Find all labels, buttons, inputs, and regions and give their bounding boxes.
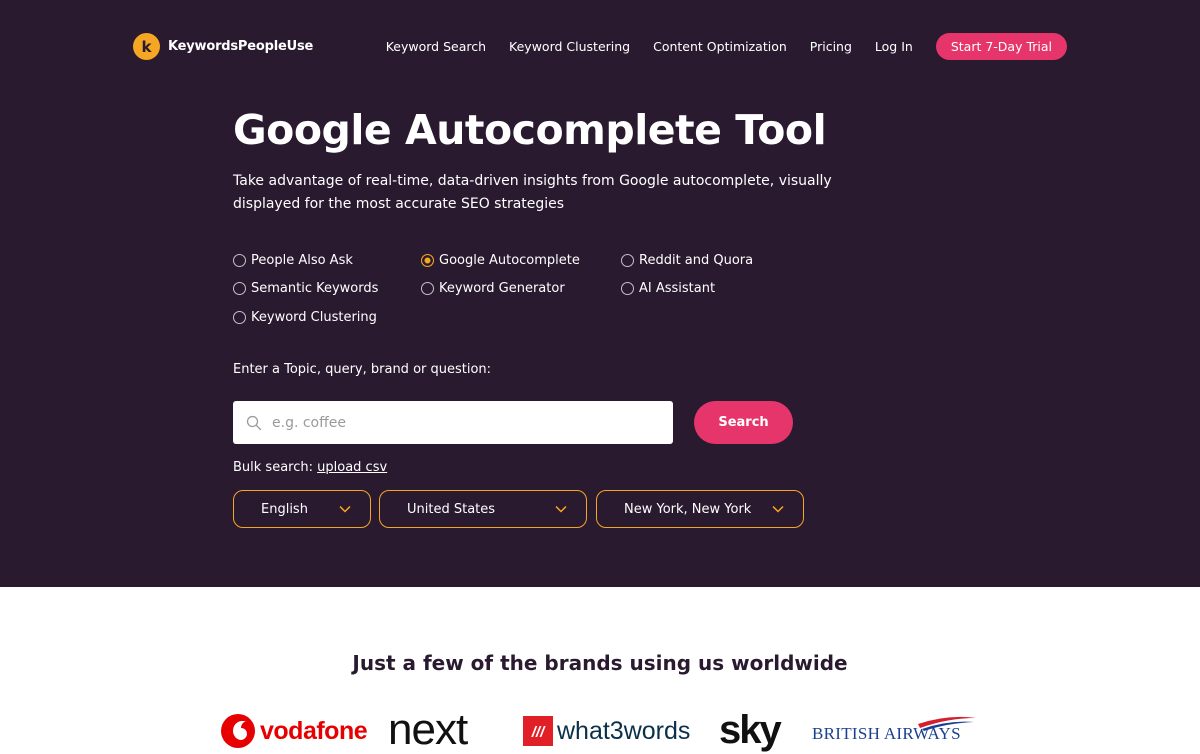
radio-icon[interactable] bbox=[233, 311, 246, 324]
mode-label: People Also Ask bbox=[251, 253, 353, 268]
language-select[interactable]: English bbox=[233, 490, 371, 528]
language-value: English bbox=[261, 501, 308, 517]
brands-heading: Just a few of the brands using us worldw… bbox=[352, 651, 848, 675]
mode-label: Google Autocomplete bbox=[439, 253, 580, 268]
logo-text: KeywordsPeopleUse bbox=[168, 39, 314, 54]
page-subtitle: Take advantage of real-time, data-driven… bbox=[233, 173, 832, 212]
nav-link-content-optimization[interactable]: Content Optimization bbox=[653, 39, 787, 54]
search-icon bbox=[246, 415, 262, 430]
nav-link-keyword-search[interactable]: Keyword Search bbox=[386, 39, 486, 54]
start-trial-button[interactable]: Start 7-Day Trial bbox=[935, 33, 1067, 60]
page-title: Google Autocomplete Tool bbox=[233, 106, 827, 154]
radio-icon[interactable] bbox=[621, 282, 634, 295]
mode-label: Keyword Generator bbox=[439, 281, 565, 296]
chevron-down-icon bbox=[555, 505, 567, 513]
bulk-search: Bulk search: upload csv bbox=[233, 460, 387, 475]
svg-text:///: /// bbox=[531, 724, 546, 741]
search-box[interactable] bbox=[233, 401, 673, 444]
chevron-down-icon bbox=[339, 505, 351, 513]
site-logo[interactable]: k KeywordsPeopleUse bbox=[133, 33, 313, 60]
top-nav: Keyword Search Keyword Clustering Conten… bbox=[386, 33, 1067, 60]
mode-label: Keyword Clustering bbox=[251, 310, 377, 325]
mode-ai-assistant[interactable]: AI Assistant bbox=[621, 281, 715, 296]
location-value: New York, New York bbox=[624, 501, 752, 517]
nav-link-keyword-clustering[interactable]: Keyword Clustering bbox=[509, 39, 630, 54]
radio-icon[interactable] bbox=[421, 282, 434, 295]
radio-icon[interactable] bbox=[621, 254, 634, 267]
search-prompt-label: Enter a Topic, query, brand or question: bbox=[233, 362, 492, 377]
mode-reddit-and-quora[interactable]: Reddit and Quora bbox=[621, 253, 753, 268]
british-airways-logo: BRITISH AIRWAYS bbox=[812, 714, 976, 744]
mode-google-autocomplete[interactable]: Google Autocomplete bbox=[421, 253, 580, 268]
radio-icon[interactable] bbox=[233, 282, 246, 295]
mode-label: AI Assistant bbox=[639, 281, 716, 296]
mode-semantic-keywords[interactable]: Semantic Keywords bbox=[233, 281, 378, 296]
nav-link-pricing[interactable]: Pricing bbox=[810, 39, 852, 54]
mode-label: Reddit and Quora bbox=[639, 253, 754, 268]
vodafone-logo: vodafone bbox=[220, 713, 368, 749]
chevron-down-icon bbox=[772, 505, 784, 513]
mode-label: Semantic Keywords bbox=[251, 281, 379, 296]
mode-keyword-generator[interactable]: Keyword Generator bbox=[421, 281, 565, 296]
radio-icon[interactable] bbox=[233, 254, 246, 267]
upload-csv-link[interactable]: upload csv bbox=[317, 460, 387, 475]
search-input[interactable] bbox=[272, 414, 652, 431]
nav-link-log-in[interactable]: Log In bbox=[875, 39, 913, 54]
vodafone-icon bbox=[221, 714, 255, 748]
country-value: United States bbox=[407, 501, 496, 517]
sky-logo: sky bbox=[719, 708, 782, 752]
mode-keyword-clustering[interactable]: Keyword Clustering bbox=[233, 310, 377, 325]
bulk-search-label: Bulk search: bbox=[233, 460, 313, 475]
radio-checked-icon[interactable] bbox=[421, 254, 434, 267]
location-select[interactable]: New York, New York bbox=[596, 490, 804, 528]
country-select[interactable]: United States bbox=[379, 490, 587, 528]
hero-section: k KeywordsPeopleUse Keyword Search Keywo… bbox=[0, 0, 1200, 587]
logo-icon: k bbox=[133, 33, 160, 60]
what3words-icon: /// bbox=[523, 716, 553, 746]
search-button[interactable]: Search bbox=[694, 401, 793, 444]
mode-people-also-ask[interactable]: People Also Ask bbox=[233, 253, 353, 268]
what3words-logo: /// what3words bbox=[523, 716, 690, 746]
next-logo: next bbox=[388, 705, 468, 754]
ba-ribbon-icon bbox=[918, 716, 976, 731]
